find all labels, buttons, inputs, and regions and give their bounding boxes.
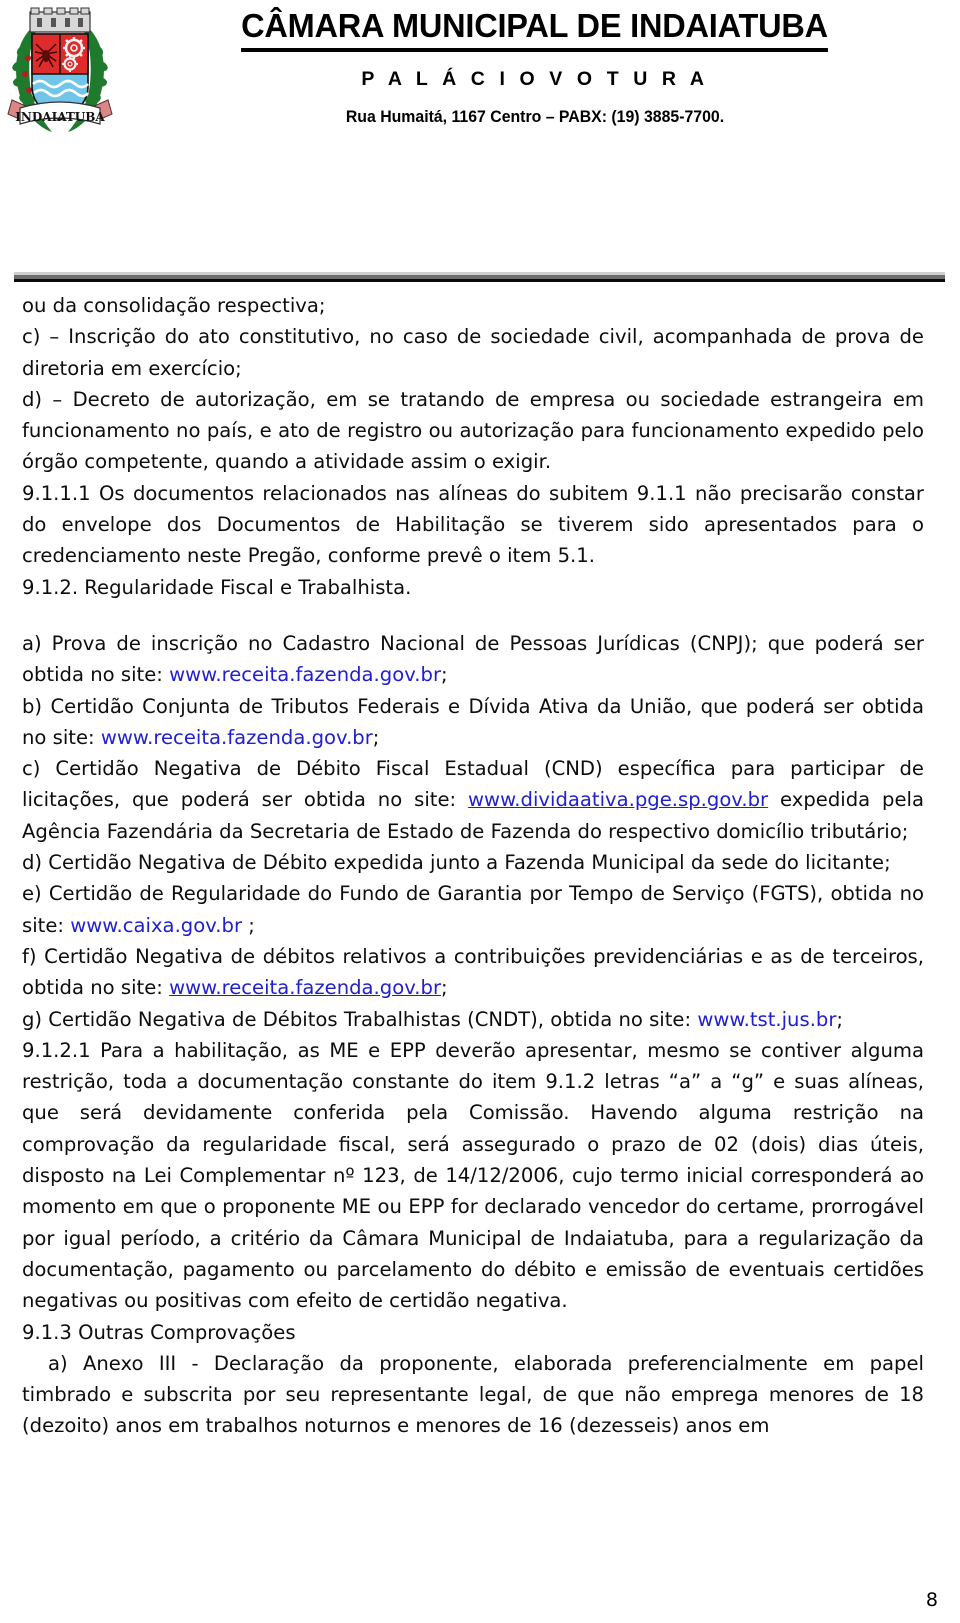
paragraph-item-a-cnpj: a) Prova de inscrição no Cadastro Nacion… — [22, 628, 924, 691]
page-number: 8 — [925, 1589, 938, 1611]
coat-of-arms-svg: INDAIATUBA — [7, 7, 113, 132]
palace-subtitle: P A L Á C I O V O T U R A — [361, 67, 709, 90]
paragraph-item-d: d) – Decreto de autorização, em se trata… — [22, 387, 924, 474]
paragraph-item-g-cndt: g) Certidão Negativa de Débitos Trabalhi… — [22, 1004, 924, 1035]
document-body: ou da consolidação respectiva; c) – Insc… — [22, 290, 924, 1442]
item-b-text-after: ; — [372, 725, 380, 749]
link-receita-fazenda-b[interactable]: www.receita.fazenda.gov.br — [101, 726, 373, 749]
paragraph-item-f-previdenciarias: f) Certidão Negativa de débitos relativo… — [22, 941, 924, 1004]
gear-icon-large — [63, 37, 85, 59]
paragraph-item-c-cnd-estadual: c) Certidão Negativa de Débito Fiscal Es… — [22, 753, 924, 847]
item-e-text-after: ; — [242, 913, 255, 937]
header-divider-rule — [14, 272, 945, 282]
item-f-text-before: f) Certidão Negativa de débitos relativo… — [22, 944, 924, 1000]
crest-banner-text: INDAIATUBA — [15, 110, 105, 124]
link-receita-fazenda-a[interactable]: www.receita.fazenda.gov.br — [169, 663, 441, 686]
paragraph-item-a-anexo-iii: a) Anexo III - Declaração da proponente,… — [22, 1351, 924, 1438]
organization-title: CÂMARA MUNICIPAL DE INDAIATUBA — [241, 8, 829, 52]
paragraph-item-9-1-2-1: 9.1.2.1 Para a habilitação, as ME e EPP … — [22, 1038, 924, 1313]
divider-shadow — [14, 279, 945, 282]
item-a-text-after: ; — [441, 663, 448, 687]
paragraph-item-e-fgts: e) Certidão de Regularidade do Fundo de … — [22, 878, 924, 941]
coat-of-arms-logo: INDAIATUBA — [4, 4, 116, 138]
item-g-text-before: g) Certidão Negativa de Débitos Trabalhi… — [22, 1007, 698, 1031]
paragraph-item-b-tributos-federais: b) Certidão Conjunta de Tributos Federai… — [22, 691, 924, 754]
link-dividaativa-pge-sp[interactable]: www.dividaativa.pge.sp.gov.br — [468, 788, 768, 811]
address-phone-line: Rua Humaitá, 1167 Centro – PABX: (19) 38… — [345, 107, 725, 126]
paragraph-continuation: ou da consolidação respectiva; — [22, 294, 326, 317]
item-f-text-after: ; — [441, 976, 448, 1000]
paragraph-item-9-1-2: 9.1.2. Regularidade Fiscal e Trabalhista… — [22, 575, 412, 599]
link-caixa-gov[interactable]: www.caixa.gov.br — [70, 914, 242, 937]
paragraph-item-c: c) – Inscrição do ato constitutivo, no c… — [22, 325, 924, 380]
item-a-text-before: a) Prova de inscrição no Cadastro Nacion… — [22, 631, 924, 687]
link-receita-fazenda-f[interactable]: www.receita.fazenda.gov.br — [169, 976, 441, 999]
header-text-block: CÂMARA MUNICIPAL DE INDAIATUBA P A L Á C… — [0, 0, 960, 127]
mural-crown-icon — [29, 7, 91, 33]
paragraph-item-9-1-1-1: 9.1.1.1 Os documentos relacionados nas a… — [22, 481, 924, 568]
link-tst-jus[interactable]: www.tst.jus.br — [697, 1008, 836, 1031]
document-header: INDAIATUBA CÂMARA MUNICIPAL DE INDAIATUB… — [0, 0, 960, 150]
item-g-text-after: ; — [836, 1007, 844, 1031]
paragraph-item-d-fazenda-municipal: d) Certidão Negativa de Débito expedida … — [22, 851, 891, 875]
paragraph-item-9-1-3: 9.1.3 Outras Comprovações — [22, 1320, 296, 1344]
